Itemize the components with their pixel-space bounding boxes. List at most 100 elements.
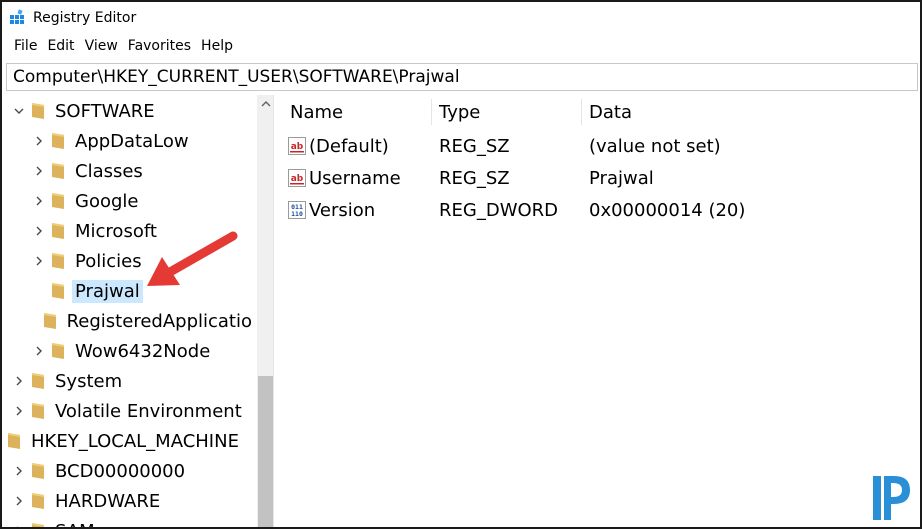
tree-item-label: Classes (75, 160, 143, 182)
tree-item-system[interactable]: System (6, 366, 255, 396)
tree-item-label: BCD00000000 (55, 460, 186, 482)
tree-item-wow6432node[interactable]: Wow6432Node (6, 336, 255, 366)
value-name: Version (309, 199, 376, 221)
registry-editor-app-icon (9, 9, 27, 27)
prajwal-logo-icon (872, 475, 912, 521)
tree-item-label: Microsoft (75, 220, 157, 242)
folder-icon (51, 192, 65, 210)
tree-item-google[interactable]: Google (6, 186, 255, 216)
folder-icon (31, 462, 45, 480)
chevron-right-icon[interactable] (33, 193, 45, 209)
tree-item-label: HKEY_LOCAL_MACHINE (31, 430, 239, 452)
value-data: 0x00000014 (20) (589, 199, 746, 221)
scroll-thumb[interactable] (258, 376, 273, 527)
value-name-cell: ab Username (288, 163, 401, 193)
values-pane: Name Type Data ab (Default) REG_SZ (value n… (279, 95, 920, 527)
tree-item-bcd00000000[interactable]: BCD00000000 (6, 456, 255, 486)
menu-favorites[interactable]: Favorites (124, 38, 195, 54)
chevron-right-icon[interactable] (13, 493, 25, 509)
value-name-cell: ab (Default) (288, 131, 389, 161)
svg-text:110: 110 (291, 210, 303, 218)
folder-icon (51, 252, 65, 270)
tree-item-classes[interactable]: Classes (6, 156, 255, 186)
menu-help[interactable]: Help (197, 38, 237, 54)
column-name-label: Name (290, 101, 344, 123)
column-header-type[interactable]: Type (439, 95, 480, 129)
chevron-right-icon[interactable] (33, 163, 45, 179)
tree-item-hkey-local-machine[interactable]: HKEY_LOCAL_MACHINE (6, 426, 255, 456)
value-data: (value not set) (589, 135, 721, 157)
chevron-right-icon[interactable] (33, 253, 45, 269)
value-name: Username (309, 167, 401, 189)
tree-item-policies[interactable]: Policies (6, 246, 255, 276)
tree-item-prajwal[interactable]: Prajwal (6, 276, 255, 306)
column-divider[interactable] (431, 99, 432, 125)
title-bar: Registry Editor (2, 2, 920, 34)
tree-item-label: System (55, 370, 123, 392)
menu-bar: File Edit View Favorites Help (2, 34, 920, 58)
value-row[interactable]: ab (Default) REG_SZ (value not set) (279, 131, 920, 161)
tree-item-label: SAM (52, 520, 98, 528)
tree-item-label: Prajwal (72, 279, 143, 303)
column-header-data[interactable]: Data (589, 95, 632, 129)
folder-icon (31, 102, 45, 120)
value-row[interactable]: ab Username REG_SZ Prajwal (279, 163, 920, 193)
chevron-right-icon[interactable] (33, 223, 45, 239)
string-value-icon: ab (288, 137, 306, 155)
menu-file[interactable]: File (10, 38, 41, 54)
column-type-label: Type (439, 101, 481, 123)
folder-icon (51, 162, 65, 180)
scroll-up-arrow-icon[interactable] (257, 95, 273, 112)
value-data: Prajwal (589, 167, 654, 189)
folder-icon (7, 432, 21, 450)
folder-icon (31, 402, 45, 420)
chevron-placeholder (33, 283, 45, 299)
folder-icon (51, 342, 65, 360)
value-type: REG_SZ (439, 167, 510, 189)
address-bar[interactable]: Computer\HKEY_CURRENT_USER\SOFTWARE\Praj… (6, 63, 918, 91)
column-divider[interactable] (581, 99, 582, 125)
value-name: (Default) (309, 135, 389, 157)
tree-item-registeredapplicatio[interactable]: RegisteredApplicatio (6, 306, 255, 336)
chevron-right-icon[interactable] (13, 523, 25, 527)
value-row[interactable]: 011 110 Version REG_DWORD 0x00000014 (20) (279, 195, 920, 225)
chevron-right-icon[interactable] (13, 373, 25, 389)
tree-item-hardware[interactable]: HARDWARE (6, 486, 255, 516)
tree-item-software[interactable]: SOFTWARE (6, 96, 255, 126)
folder-icon (51, 282, 65, 300)
folder-icon (51, 132, 65, 150)
folder-icon (31, 492, 45, 510)
chevron-right-icon[interactable] (33, 343, 45, 359)
tree-item-volatile-environment[interactable]: Volatile Environment (6, 396, 255, 426)
tree-item-label: SOFTWARE (55, 100, 155, 122)
menu-view[interactable]: View (81, 38, 122, 54)
address-path: Computer\HKEY_CURRENT_USER\SOFTWARE\Praj… (13, 67, 460, 87)
column-header-name[interactable]: Name (290, 95, 343, 129)
svg-text:ab: ab (291, 142, 304, 152)
tree-item-appdatalow[interactable]: AppDataLow (6, 126, 255, 156)
tree-item-microsoft[interactable]: Microsoft (6, 216, 255, 246)
key-tree-pane: SOFTWARE AppDataLow Classes Google Microsoft… (6, 95, 274, 528)
values-header: Name Type Data (279, 95, 920, 129)
chevron-right-icon[interactable] (13, 463, 25, 479)
folder-icon (43, 312, 57, 330)
tree-item-label: Volatile Environment (55, 400, 242, 422)
tree-item-label: Policies (75, 250, 142, 272)
column-data-label: Data (589, 101, 632, 123)
tree-item-sam[interactable]: SAM (6, 516, 255, 528)
binary-value-icon: 011 110 (288, 201, 306, 219)
svg-text:ab: ab (291, 174, 304, 184)
chevron-right-icon[interactable] (13, 403, 25, 419)
tree-item-label: AppDataLow (75, 130, 189, 152)
registry-editor-window: Registry Editor File Edit View Favorites… (0, 0, 922, 529)
chevron-right-icon[interactable] (33, 133, 45, 149)
tree-vertical-scrollbar[interactable] (257, 95, 273, 527)
value-type: REG_SZ (439, 135, 510, 157)
tree-item-label: RegisteredApplicatio (66, 310, 252, 332)
chevron-down-icon[interactable] (13, 103, 25, 119)
string-value-icon: ab (288, 169, 306, 187)
folder-icon (51, 222, 65, 240)
tree-item-label: HARDWARE (55, 490, 161, 512)
menu-edit[interactable]: Edit (43, 38, 78, 54)
tree-item-label: Google (75, 190, 139, 212)
